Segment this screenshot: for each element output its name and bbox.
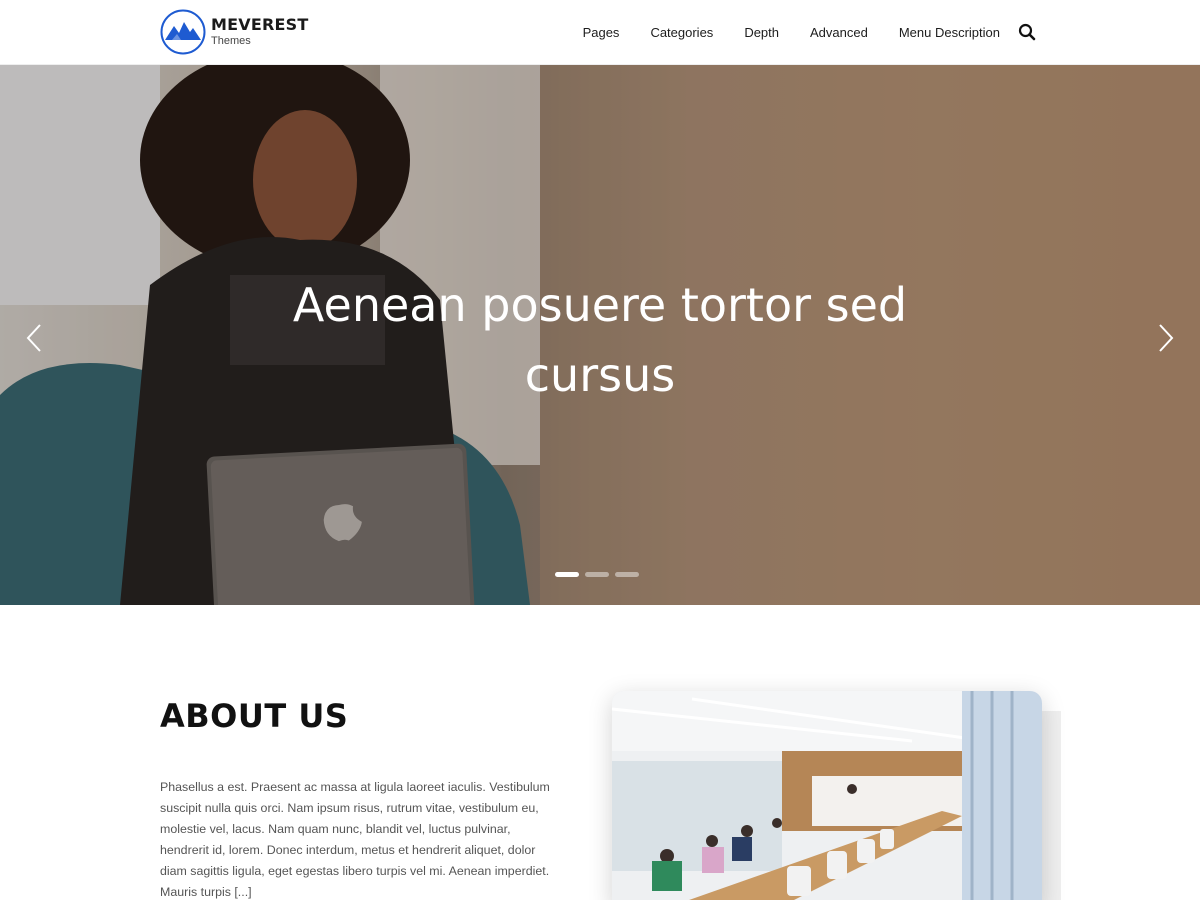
hero-title: Aenean posuere tortor sed cursus <box>292 278 908 402</box>
brand-tagline: Themes <box>211 35 251 47</box>
search-icon[interactable] <box>1018 23 1036 41</box>
hero-slider: Aenean posuere tortor sed cursus <box>0 65 1200 605</box>
about-text: Phasellus a est. Praesent ac massa at li… <box>160 780 550 899</box>
about-image <box>612 691 1042 900</box>
nav-item-menu-description[interactable]: Menu Description <box>899 25 1000 40</box>
chevron-left-icon[interactable] <box>24 322 48 354</box>
site-header: MEVEREST Themes Pages Categories Depth A… <box>0 0 1200 65</box>
site-logo[interactable]: MEVEREST Themes <box>160 9 308 55</box>
nav-item-pages[interactable]: Pages <box>583 25 620 40</box>
brand-name: MEVEREST <box>211 15 309 34</box>
slider-pagination <box>555 572 645 577</box>
nav-item-categories[interactable]: Categories <box>650 25 713 40</box>
about-title: ABOUT US <box>160 697 349 735</box>
main-nav: Pages Categories Depth Advanced Menu Des… <box>583 0 1000 64</box>
slider-dot-1[interactable] <box>555 572 579 577</box>
nav-item-depth[interactable]: Depth <box>744 25 779 40</box>
chevron-right-icon[interactable] <box>1152 322 1176 354</box>
meeting-room-image <box>612 691 1042 900</box>
slider-dot-2[interactable] <box>585 572 609 577</box>
nav-item-advanced[interactable]: Advanced <box>810 25 868 40</box>
slider-dot-3[interactable] <box>615 572 639 577</box>
mountain-logo-icon <box>160 9 206 55</box>
